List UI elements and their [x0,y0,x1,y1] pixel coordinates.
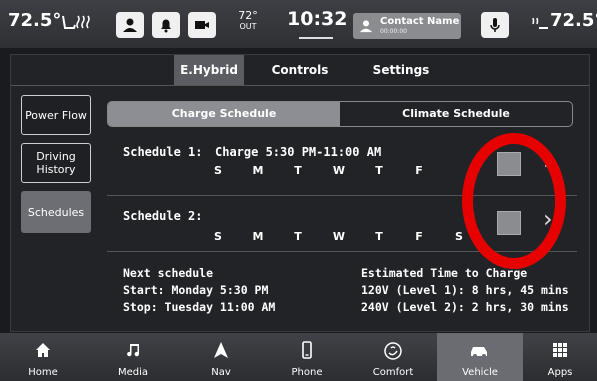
nav-phone[interactable]: Phone [270,333,344,381]
sidebar-item-driving-history[interactable]: Driving History [21,143,91,183]
sidebar-item-schedules[interactable]: Schedules [21,191,91,233]
next-schedule-stop: Stop: Tuesday 11:00 AM [123,300,276,314]
music-note-icon [127,344,140,357]
charge-estimate-info: Estimated Time to Charge 120V (Level 1):… [361,265,569,316]
nav-label: Phone [291,367,323,378]
outside-temp-label: OUT [239,22,257,31]
climate-schedule-tab[interactable]: Climate Schedule [340,102,572,126]
day-label: M [252,164,264,177]
outside-temp: 72° OUT [234,10,262,32]
nav-comfort[interactable]: Comfort [356,333,430,381]
tab-controls[interactable]: Controls [259,55,341,85]
day-label: S [214,230,222,243]
day-label: S [214,164,222,177]
nav-vehicle[interactable]: Vehicle [437,333,523,381]
next-schedule-info: Next schedule Start: Monday 5:30 PM Stop… [123,265,275,316]
sidebar-item-power-flow[interactable]: Power Flow [21,95,91,135]
charge-estimate-level1: 120V (Level 1): 8 hrs, 45 mins [361,283,569,297]
schedule-1-label: Schedule 1: [123,145,203,159]
status-bar: 72.5° 72° OUT 10:32 Contact Name 00:00:0… [0,0,597,48]
next-schedule-heading: Next schedule [123,266,214,280]
next-schedule-start: Start: Monday 5:30 PM [123,283,269,297]
clock: 10:32 [287,8,348,30]
navigation-arrow-icon [214,342,228,358]
charge-estimate-heading: Estimated Time to Charge [361,266,528,280]
microphone-icon [490,18,500,32]
left-climate-temp[interactable]: 72.5° [8,10,61,31]
top-tabs: E.Hybrid Controls Settings [11,55,589,86]
home-icon [36,343,50,357]
video-camera-icon [195,21,209,29]
profile-button[interactable] [116,12,144,38]
screen: 72.5° 72° OUT 10:32 Contact Name 00:00:0… [0,0,597,381]
charge-estimate-level2: 240V (Level 2): 2 hrs, 30 mins [361,300,569,314]
highlight-ring [462,133,566,269]
charge-schedule-tab[interactable]: Charge Schedule [108,102,340,126]
notifications-button[interactable] [152,12,180,38]
schedule-1-detail: Charge 5:30 PM-11:00 AM [215,145,382,159]
user-icon [123,18,137,32]
schedule-type-toggle: Charge Schedule Climate Schedule [107,101,573,127]
contact-avatar-icon [359,20,373,33]
comfort-icon [384,342,402,360]
day-label: F [415,230,423,243]
day-label: M [252,230,264,243]
day-label: T [375,230,383,243]
bottom-nav: Home Media Nav Phone Comfort Vehicle App… [0,333,597,381]
nav-nav[interactable]: Nav [184,333,258,381]
day-label: F [415,164,423,177]
nav-apps[interactable]: Apps [523,333,597,381]
day-label: S [455,230,463,243]
day-label: W [332,230,346,243]
day-label: W [332,164,346,177]
nav-label: Home [28,367,58,378]
day-label: T [294,164,302,177]
nav-label: Apps [547,367,573,378]
microphone-button[interactable] [481,12,509,38]
day-label: T [375,164,383,177]
tab-settings[interactable]: Settings [361,55,441,85]
contact-call-time: 00:00:00 [380,28,407,35]
clock-indicator [299,37,333,39]
day-label: T [294,230,302,243]
bell-icon [161,19,171,33]
nav-media[interactable]: Media [96,333,170,381]
nav-label: Comfort [372,367,414,378]
nav-label: Vehicle [462,367,498,378]
nav-label: Media [117,367,149,378]
nav-home[interactable]: Home [6,333,80,381]
contact-name: Contact Name [380,16,460,27]
outside-temp-value: 72° [238,9,258,22]
tab-ehybrid[interactable]: E.Hybrid [174,55,244,85]
nav-label: Nav [211,367,231,378]
seat-heat-icon[interactable] [60,12,94,34]
vehicle-icon [471,347,487,358]
right-climate-temp[interactable]: 72.5° [550,10,597,31]
apps-grid-icon [553,343,567,357]
phone-icon [302,341,312,359]
passenger-seat-heat-icon[interactable] [530,14,550,34]
schedule-2-label: Schedule 2: [123,209,203,223]
camera-button[interactable] [188,12,216,38]
contact-card[interactable]: Contact Name 00:00:00 [353,13,461,39]
